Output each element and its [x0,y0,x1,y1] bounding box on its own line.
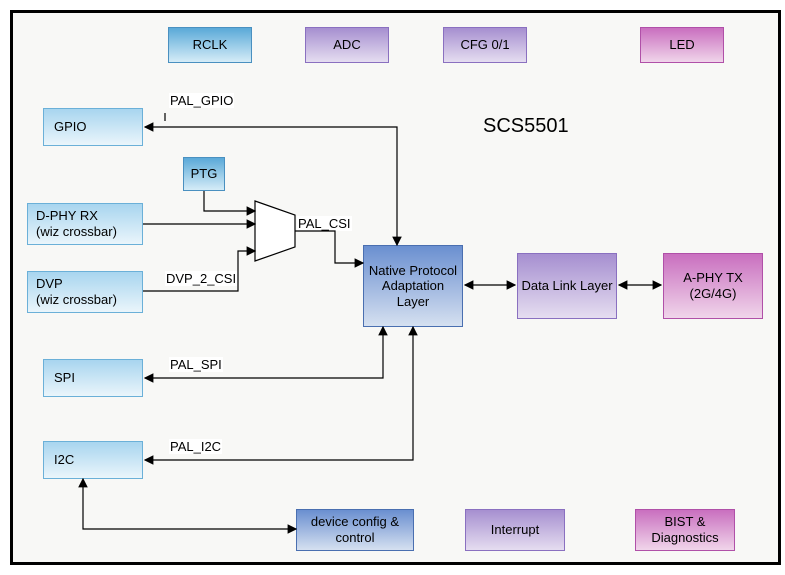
label-gpio: GPIO [54,119,87,135]
block-dvp: DVP (wiz crossbar) [27,271,143,313]
label-pal-csi: PAL_CSI [297,216,352,231]
diagram-title: SCS5501 [483,115,569,138]
label-cfg: CFG 0/1 [460,37,509,53]
label-interrupt: Interrupt [491,522,539,538]
label-aphy: A-PHY TX (2G/4G) [666,270,760,301]
block-interrupt: Interrupt [465,509,565,551]
label-pal-gpio: PAL_GPIO [169,93,234,108]
label-spi: SPI [54,370,75,386]
block-ptg: PTG [183,157,225,191]
block-aphy-tx: A-PHY TX (2G/4G) [663,253,763,319]
block-rclk: RCLK [168,27,252,63]
label-dphy: D-PHY RX (wiz crossbar) [36,208,117,239]
block-diagram: RCLK ADC CFG 0/1 LED SCS5501 GPIO PTG D-… [10,10,781,565]
label-pal-spi: PAL_SPI [169,357,223,372]
block-data-link-layer: Data Link Layer [517,253,617,319]
label-adc: ADC [333,37,360,53]
label-devcfg: device config & control [299,514,411,545]
block-dphy: D-PHY RX (wiz crossbar) [27,203,143,245]
block-npal: Native Protocol Adaptation Layer [363,245,463,327]
label-dvp: DVP (wiz crossbar) [36,276,117,307]
label-pal-i2c: PAL_I2C [169,439,222,454]
label-led: LED [669,37,694,53]
block-gpio: GPIO [43,108,143,146]
label-i2c: I2C [54,452,74,468]
label-npal: Native Protocol Adaptation Layer [366,263,460,310]
block-device-config: device config & control [296,509,414,551]
label-bist: BIST & Diagnostics [638,514,732,545]
label-ptg: PTG [191,166,218,182]
label-dvp-2-csi: DVP_2_CSI [165,271,237,286]
label-rclk: RCLK [193,37,228,53]
block-spi: SPI [43,359,143,397]
label-dll: Data Link Layer [521,278,612,294]
block-cfg: CFG 0/1 [443,27,527,63]
block-led: LED [640,27,724,63]
block-adc: ADC [305,27,389,63]
block-i2c: I2C [43,441,143,479]
block-bist: BIST & Diagnostics [635,509,735,551]
